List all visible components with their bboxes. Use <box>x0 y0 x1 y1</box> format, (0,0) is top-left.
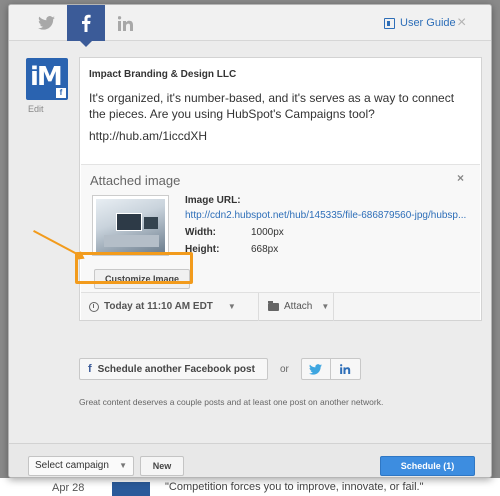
add-linkedin-post-button[interactable] <box>330 358 361 380</box>
footer-divider <box>258 293 259 321</box>
hint-text: Great content deserves a couple posts an… <box>79 397 384 407</box>
twitter-icon <box>38 16 55 30</box>
facebook-icon <box>82 14 91 32</box>
attached-image-title: Attached image <box>90 173 181 188</box>
footer-divider <box>333 293 334 321</box>
tab-facebook[interactable] <box>67 5 105 41</box>
chevron-down-icon: ▼ <box>321 302 330 311</box>
image-width-value: 1000px <box>251 227 284 238</box>
schedule-another-facebook-label: Schedule another Facebook post <box>97 363 255 375</box>
image-height-value: 668px <box>251 244 279 255</box>
post-url[interactable]: http://hub.am/1iccdXH <box>89 129 207 143</box>
social-publish-modal: User Guide × iM f Edit Impact Branding &… <box>8 4 492 478</box>
attached-image-thumbnail <box>92 195 169 256</box>
share-row: f Schedule another Facebook post or <box>79 357 361 381</box>
facebook-icon: f <box>88 363 92 375</box>
linkedin-icon <box>117 15 133 31</box>
close-icon[interactable]: × <box>457 15 466 31</box>
image-width-label: Width: <box>185 227 217 238</box>
chevron-down-icon: ▼ <box>119 461 127 470</box>
modal-footer: Select campaign ▼ New Schedule (1) <box>9 443 491 477</box>
image-url-link[interactable]: http://cdn2.hubspot.net/hub/145335/file-… <box>185 210 467 221</box>
active-tab-caret <box>80 41 92 47</box>
remove-attachment-icon[interactable]: × <box>457 171 464 185</box>
attach-dropdown[interactable]: Attach ▼ <box>268 300 330 312</box>
clock-icon <box>89 301 99 312</box>
schedule-time-dropdown[interactable]: Today at 11:10 AM EDT ▼ <box>89 301 236 312</box>
or-separator: or <box>279 363 289 375</box>
campaign-select-label: Select campaign <box>35 460 109 471</box>
twitter-icon <box>309 363 323 375</box>
linkedin-icon <box>339 364 351 374</box>
chevron-down-icon: ▼ <box>227 302 236 311</box>
schedule-another-facebook-button[interactable]: f Schedule another Facebook post <box>79 358 268 380</box>
attach-label: Attach <box>284 301 313 312</box>
schedule-button[interactable]: Schedule (1) <box>380 456 475 476</box>
user-guide-link[interactable]: User Guide <box>384 17 456 29</box>
add-twitter-post-button[interactable] <box>300 358 331 380</box>
tab-linkedin[interactable] <box>106 5 145 41</box>
tab-twitter[interactable] <box>27 5 66 41</box>
post-text[interactable]: It's organized, it's number-based, and i… <box>89 90 474 122</box>
book-icon <box>384 17 395 29</box>
customize-image-highlight <box>75 252 193 284</box>
background-quote: "Competition forces you to improve, inno… <box>165 481 424 493</box>
user-guide-label: User Guide <box>400 17 456 29</box>
facebook-badge-icon: f <box>56 88 66 98</box>
schedule-time-label: Today at 11:10 AM EDT <box>104 301 213 312</box>
edit-account-link[interactable]: Edit <box>28 104 44 114</box>
new-campaign-button[interactable]: New <box>140 456 184 476</box>
folder-icon <box>268 300 279 311</box>
avatar[interactable]: iM f <box>26 58 68 100</box>
account-name: Impact Branding & Design LLC <box>89 69 237 80</box>
background-date: Apr 28 <box>52 482 85 494</box>
image-url-label: Image URL: <box>185 195 241 206</box>
modal-header: User Guide × <box>9 5 491 41</box>
campaign-select[interactable]: Select campaign ▼ <box>28 456 134 476</box>
background-thumbnail <box>112 482 150 496</box>
composer-footer: Today at 11:10 AM EDT ▼ Attach ▼ <box>81 292 480 321</box>
